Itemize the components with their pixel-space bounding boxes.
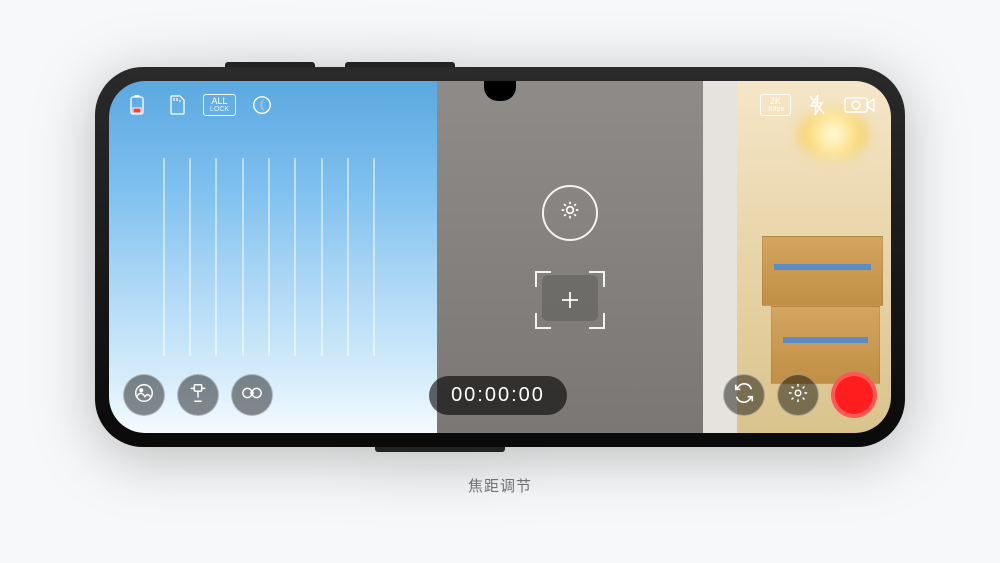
figure-caption: 焦距调节 — [468, 475, 532, 496]
lock-mode-button[interactable]: ALL LOCK — [203, 94, 236, 116]
recording-timer: 00:00:00 — [429, 376, 567, 415]
lock-sublabel: LOCK — [210, 106, 229, 113]
lock-label: ALL — [212, 96, 228, 106]
bridge-image — [142, 158, 405, 355]
flash-off-icon[interactable] — [803, 94, 831, 116]
resolution-sub: 30fps — [767, 106, 784, 113]
rear-camera-icon[interactable] — [843, 94, 877, 116]
brightness-icon — [560, 200, 580, 226]
switch-camera-button[interactable] — [723, 374, 765, 416]
gimbal-button[interactable] — [177, 374, 219, 416]
record-button[interactable] — [831, 372, 877, 418]
bottom-toolbar: 00:00:00 — [123, 369, 877, 421]
shooting-mode-icon — [241, 382, 263, 409]
gear-icon — [787, 382, 809, 409]
phone-body: ALL LOCK 2K 30fps — [95, 67, 905, 447]
resolution-label: 2K — [770, 96, 781, 106]
screen: ALL LOCK 2K 30fps — [109, 81, 891, 433]
focus-crosshair-icon — [562, 292, 578, 308]
focus-indicator[interactable] — [535, 271, 605, 329]
gimbal-icon — [187, 382, 209, 409]
switch-camera-icon — [733, 382, 755, 409]
timer-value: 00:00:00 — [451, 384, 545, 406]
phone-device: ALL LOCK 2K 30fps — [95, 67, 905, 447]
settings-button[interactable] — [777, 374, 819, 416]
box-decor — [762, 236, 884, 306]
gallery-button[interactable] — [123, 374, 165, 416]
exposure-button[interactable] — [542, 185, 598, 241]
sd-card-icon[interactable] — [163, 94, 191, 116]
power-button — [375, 447, 505, 452]
resolution-button[interactable]: 2K 30fps — [760, 94, 791, 116]
shooting-mode-button[interactable] — [231, 374, 273, 416]
night-mode-icon[interactable] — [248, 94, 276, 116]
battery-icon[interactable] — [123, 94, 151, 116]
gallery-icon — [133, 382, 155, 409]
